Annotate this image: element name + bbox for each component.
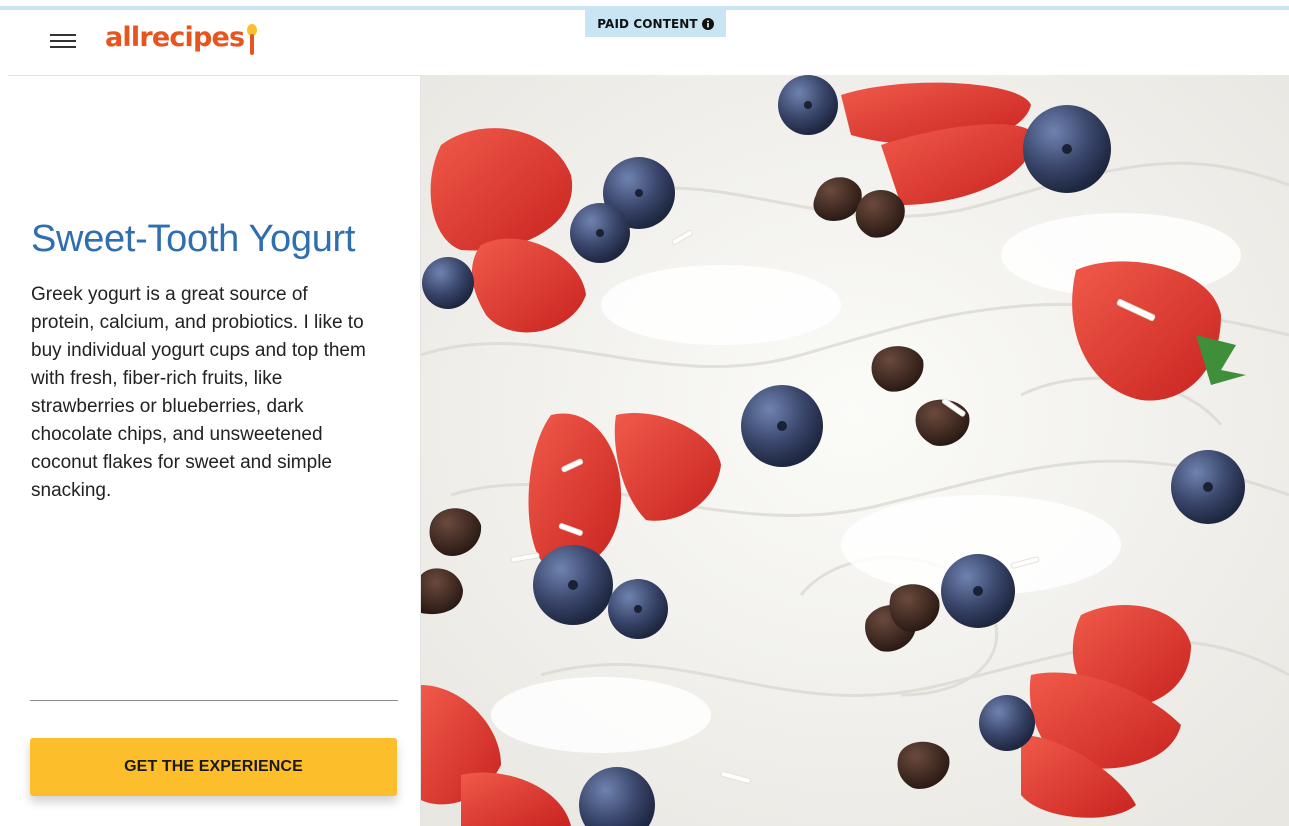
spoon-icon: [247, 24, 258, 55]
site-header: allrecipes: [0, 10, 420, 76]
logo-text: allrecipes: [105, 22, 245, 53]
allrecipes-logo[interactable]: allrecipes: [105, 22, 258, 62]
article-title: Sweet-Tooth Yogurt: [31, 218, 356, 260]
hamburger-menu-button[interactable]: [46, 30, 80, 54]
yogurt-illustration: [421, 75, 1289, 826]
info-icon: [701, 17, 714, 30]
paid-content-badge[interactable]: PAID CONTENT: [585, 10, 726, 37]
divider: [30, 700, 398, 701]
article-panel: Sweet-Tooth Yogurt Greek yogurt is a gre…: [8, 75, 421, 826]
get-the-experience-button[interactable]: GET THE EXPERIENCE: [30, 738, 397, 796]
article-description: Greek yogurt is a great source of protei…: [31, 284, 366, 501]
hero-image-yogurt: [421, 75, 1289, 826]
hamburger-menu-icon: [50, 34, 76, 36]
paid-content-label: PAID CONTENT: [597, 16, 698, 31]
